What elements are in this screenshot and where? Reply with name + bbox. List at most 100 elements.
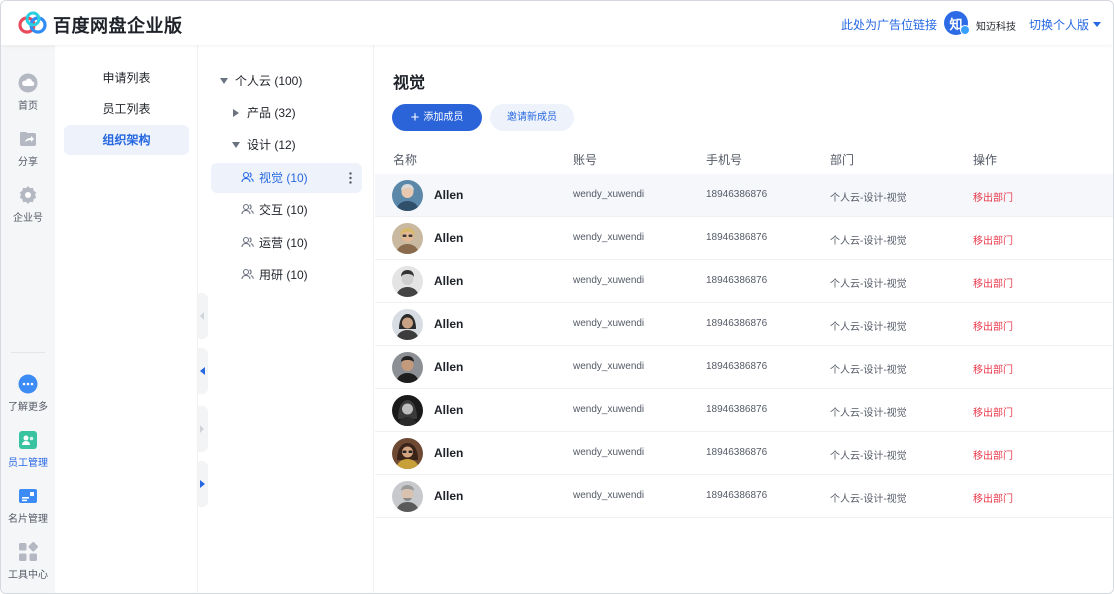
tools-icon <box>19 542 38 561</box>
chevron-right-icon <box>200 480 205 488</box>
member-dept: 个人云-设计-视觉 <box>830 494 907 505</box>
tree-node-visual[interactable]: 视觉 (10) <box>211 163 362 193</box>
subnav-item-employees[interactable]: 员工列表 <box>64 94 189 124</box>
table-row[interactable]: Allen wendy_xuwendi 18946386876 个人云-设计-视… <box>375 389 1113 432</box>
column-header-name: 名称 <box>393 153 418 167</box>
member-account: wendy_xuwendi <box>573 447 645 458</box>
avatar <box>392 438 423 469</box>
table-row[interactable]: Allen wendy_xuwendi 18946386876 个人云-设计-视… <box>375 174 1113 217</box>
table-row[interactable]: Allen wendy_xuwendi 18946386876 个人云-设计-视… <box>375 475 1113 518</box>
table-row[interactable]: Allen wendy_xuwendi 18946386876 个人云-设计-视… <box>375 346 1113 389</box>
switch-personal-button[interactable]: 切换个人版 <box>1029 16 1102 33</box>
rail-item-staff[interactable]: 员工管理 <box>1 430 55 469</box>
collapse-handle[interactable] <box>198 293 208 339</box>
rail-label: 企业号 <box>13 213 43 224</box>
table-row[interactable]: Allen wendy_xuwendi 18946386876 个人云-设计-视… <box>375 217 1113 260</box>
more-icon <box>18 374 38 394</box>
column-header-phone: 手机号 <box>706 153 743 167</box>
avatar <box>392 352 423 383</box>
rail-item-home[interactable]: 首页 <box>1 73 55 112</box>
top-header: 百度网盘企业版 此处为广告位链接 知 知迈科技 切换个人版 <box>1 1 1113 45</box>
avatar <box>392 266 423 297</box>
remove-from-dept-link[interactable]: 移出部门 <box>973 490 1013 505</box>
rail-item-learn-more[interactable]: 了解更多 <box>1 374 55 413</box>
rail-label: 名片管理 <box>8 514 48 525</box>
tree-node-product[interactable]: 产品 (32) <box>233 98 363 128</box>
member-phone: 18946386876 <box>706 361 768 372</box>
rail-label: 分享 <box>18 157 38 168</box>
add-member-label: 添加成员 <box>423 112 464 123</box>
member-name: Allen <box>434 231 464 245</box>
chevron-left-icon <box>200 367 205 375</box>
plus-icon: + <box>410 109 420 126</box>
member-dept: 个人云-设计-视觉 <box>830 322 907 333</box>
tree-node-label: 个人云 (100) <box>235 74 303 88</box>
verified-badge-icon <box>960 25 970 35</box>
tree-node-operations[interactable]: 运营 (10) <box>241 228 361 258</box>
tree-node-interaction[interactable]: 交互 (10) <box>241 195 361 225</box>
subnav-item-applications[interactable]: 申请列表 <box>64 63 189 93</box>
gear-icon <box>19 186 37 204</box>
tree-node-research[interactable]: 用研 (10) <box>241 260 361 290</box>
column-header-dept: 部门 <box>830 153 855 167</box>
rail-item-tools[interactable]: 工具中心 <box>1 542 55 581</box>
rail-label: 首页 <box>18 101 38 112</box>
remove-from-dept-link[interactable]: 移出部门 <box>973 404 1013 419</box>
tree-node-label: 交互 (10) <box>259 203 308 217</box>
remove-from-dept-link[interactable]: 移出部门 <box>973 275 1013 290</box>
chevron-down-icon <box>1093 22 1102 27</box>
rail-item-share[interactable]: 分享 <box>1 129 55 168</box>
remove-from-dept-link[interactable]: 移出部门 <box>973 447 1013 462</box>
ad-link[interactable]: 此处为广告位链接 <box>841 16 937 33</box>
table-row[interactable]: Allen wendy_xuwendi 18946386876 个人云-设计-视… <box>375 260 1113 303</box>
member-name: Allen <box>434 274 464 288</box>
add-member-button[interactable]: + 添加成员 <box>392 104 482 131</box>
expand-handle[interactable] <box>198 461 208 507</box>
remove-from-dept-link[interactable]: 移出部门 <box>973 318 1013 333</box>
tree-node-label: 产品 (32) <box>247 106 296 120</box>
rail-item-enterprise[interactable]: 企业号 <box>1 185 55 224</box>
member-name: Allen <box>434 403 464 417</box>
group-icon <box>241 171 254 183</box>
switch-label: 切换个人版 <box>1029 18 1090 32</box>
icon-rail: 首页 分享 企业号 了解更多 员工管理 名片管理 工具中心 <box>1 45 55 593</box>
subnav-item-org-structure[interactable]: 组织架构 <box>64 125 189 155</box>
avatar <box>392 180 423 211</box>
baidu-netdisk-logo-icon[interactable] <box>18 11 48 35</box>
member-account: wendy_xuwendi <box>573 361 645 372</box>
member-phone: 18946386876 <box>706 232 768 243</box>
remove-from-dept-link[interactable]: 移出部门 <box>973 232 1013 247</box>
member-account: wendy_xuwendi <box>573 275 645 286</box>
member-dept: 个人云-设计-视觉 <box>830 193 907 204</box>
main-panel: 视觉 + 添加成员 邀请新成员 名称 账号 手机号 部门 操作 Allen wen… <box>375 45 1113 593</box>
invite-member-button[interactable]: 邀请新成员 <box>490 104 574 131</box>
caret-down-icon <box>220 78 228 84</box>
table-row[interactable]: Allen wendy_xuwendi 18946386876 个人云-设计-视… <box>375 303 1113 346</box>
group-icon <box>241 268 254 280</box>
collapse-handle[interactable] <box>198 348 208 394</box>
more-vertical-icon[interactable] <box>349 172 352 184</box>
tree-node-label: 运营 (10) <box>259 236 308 250</box>
tree-node-label: 用研 (10) <box>259 268 308 282</box>
member-phone: 18946386876 <box>706 318 768 329</box>
remove-from-dept-link[interactable]: 移出部门 <box>973 189 1013 204</box>
member-name: Allen <box>434 317 464 331</box>
member-account: wendy_xuwendi <box>573 404 645 415</box>
member-phone: 18946386876 <box>706 189 768 200</box>
member-account: wendy_xuwendi <box>573 189 645 200</box>
remove-from-dept-link[interactable]: 移出部门 <box>973 361 1013 376</box>
table-row[interactable]: Allen wendy_xuwendi 18946386876 个人云-设计-视… <box>375 432 1113 475</box>
tree-node-root[interactable]: 个人云 (100) <box>220 66 360 96</box>
rail-item-cards[interactable]: 名片管理 <box>1 486 55 525</box>
member-phone: 18946386876 <box>706 404 768 415</box>
page-title: 视觉 <box>393 75 426 92</box>
chevron-left-icon <box>200 312 204 320</box>
group-icon <box>241 236 254 248</box>
member-phone: 18946386876 <box>706 447 768 458</box>
org-name: 知迈科技 <box>976 22 1016 33</box>
org-tree: 个人云 (100) 产品 (32) 设计 (12) 视觉 (10) 交互 (10… <box>208 45 374 593</box>
tree-node-design[interactable]: 设计 (12) <box>232 130 362 160</box>
caret-right-icon <box>233 109 239 117</box>
member-name: Allen <box>434 489 464 503</box>
expand-handle[interactable] <box>198 406 208 452</box>
